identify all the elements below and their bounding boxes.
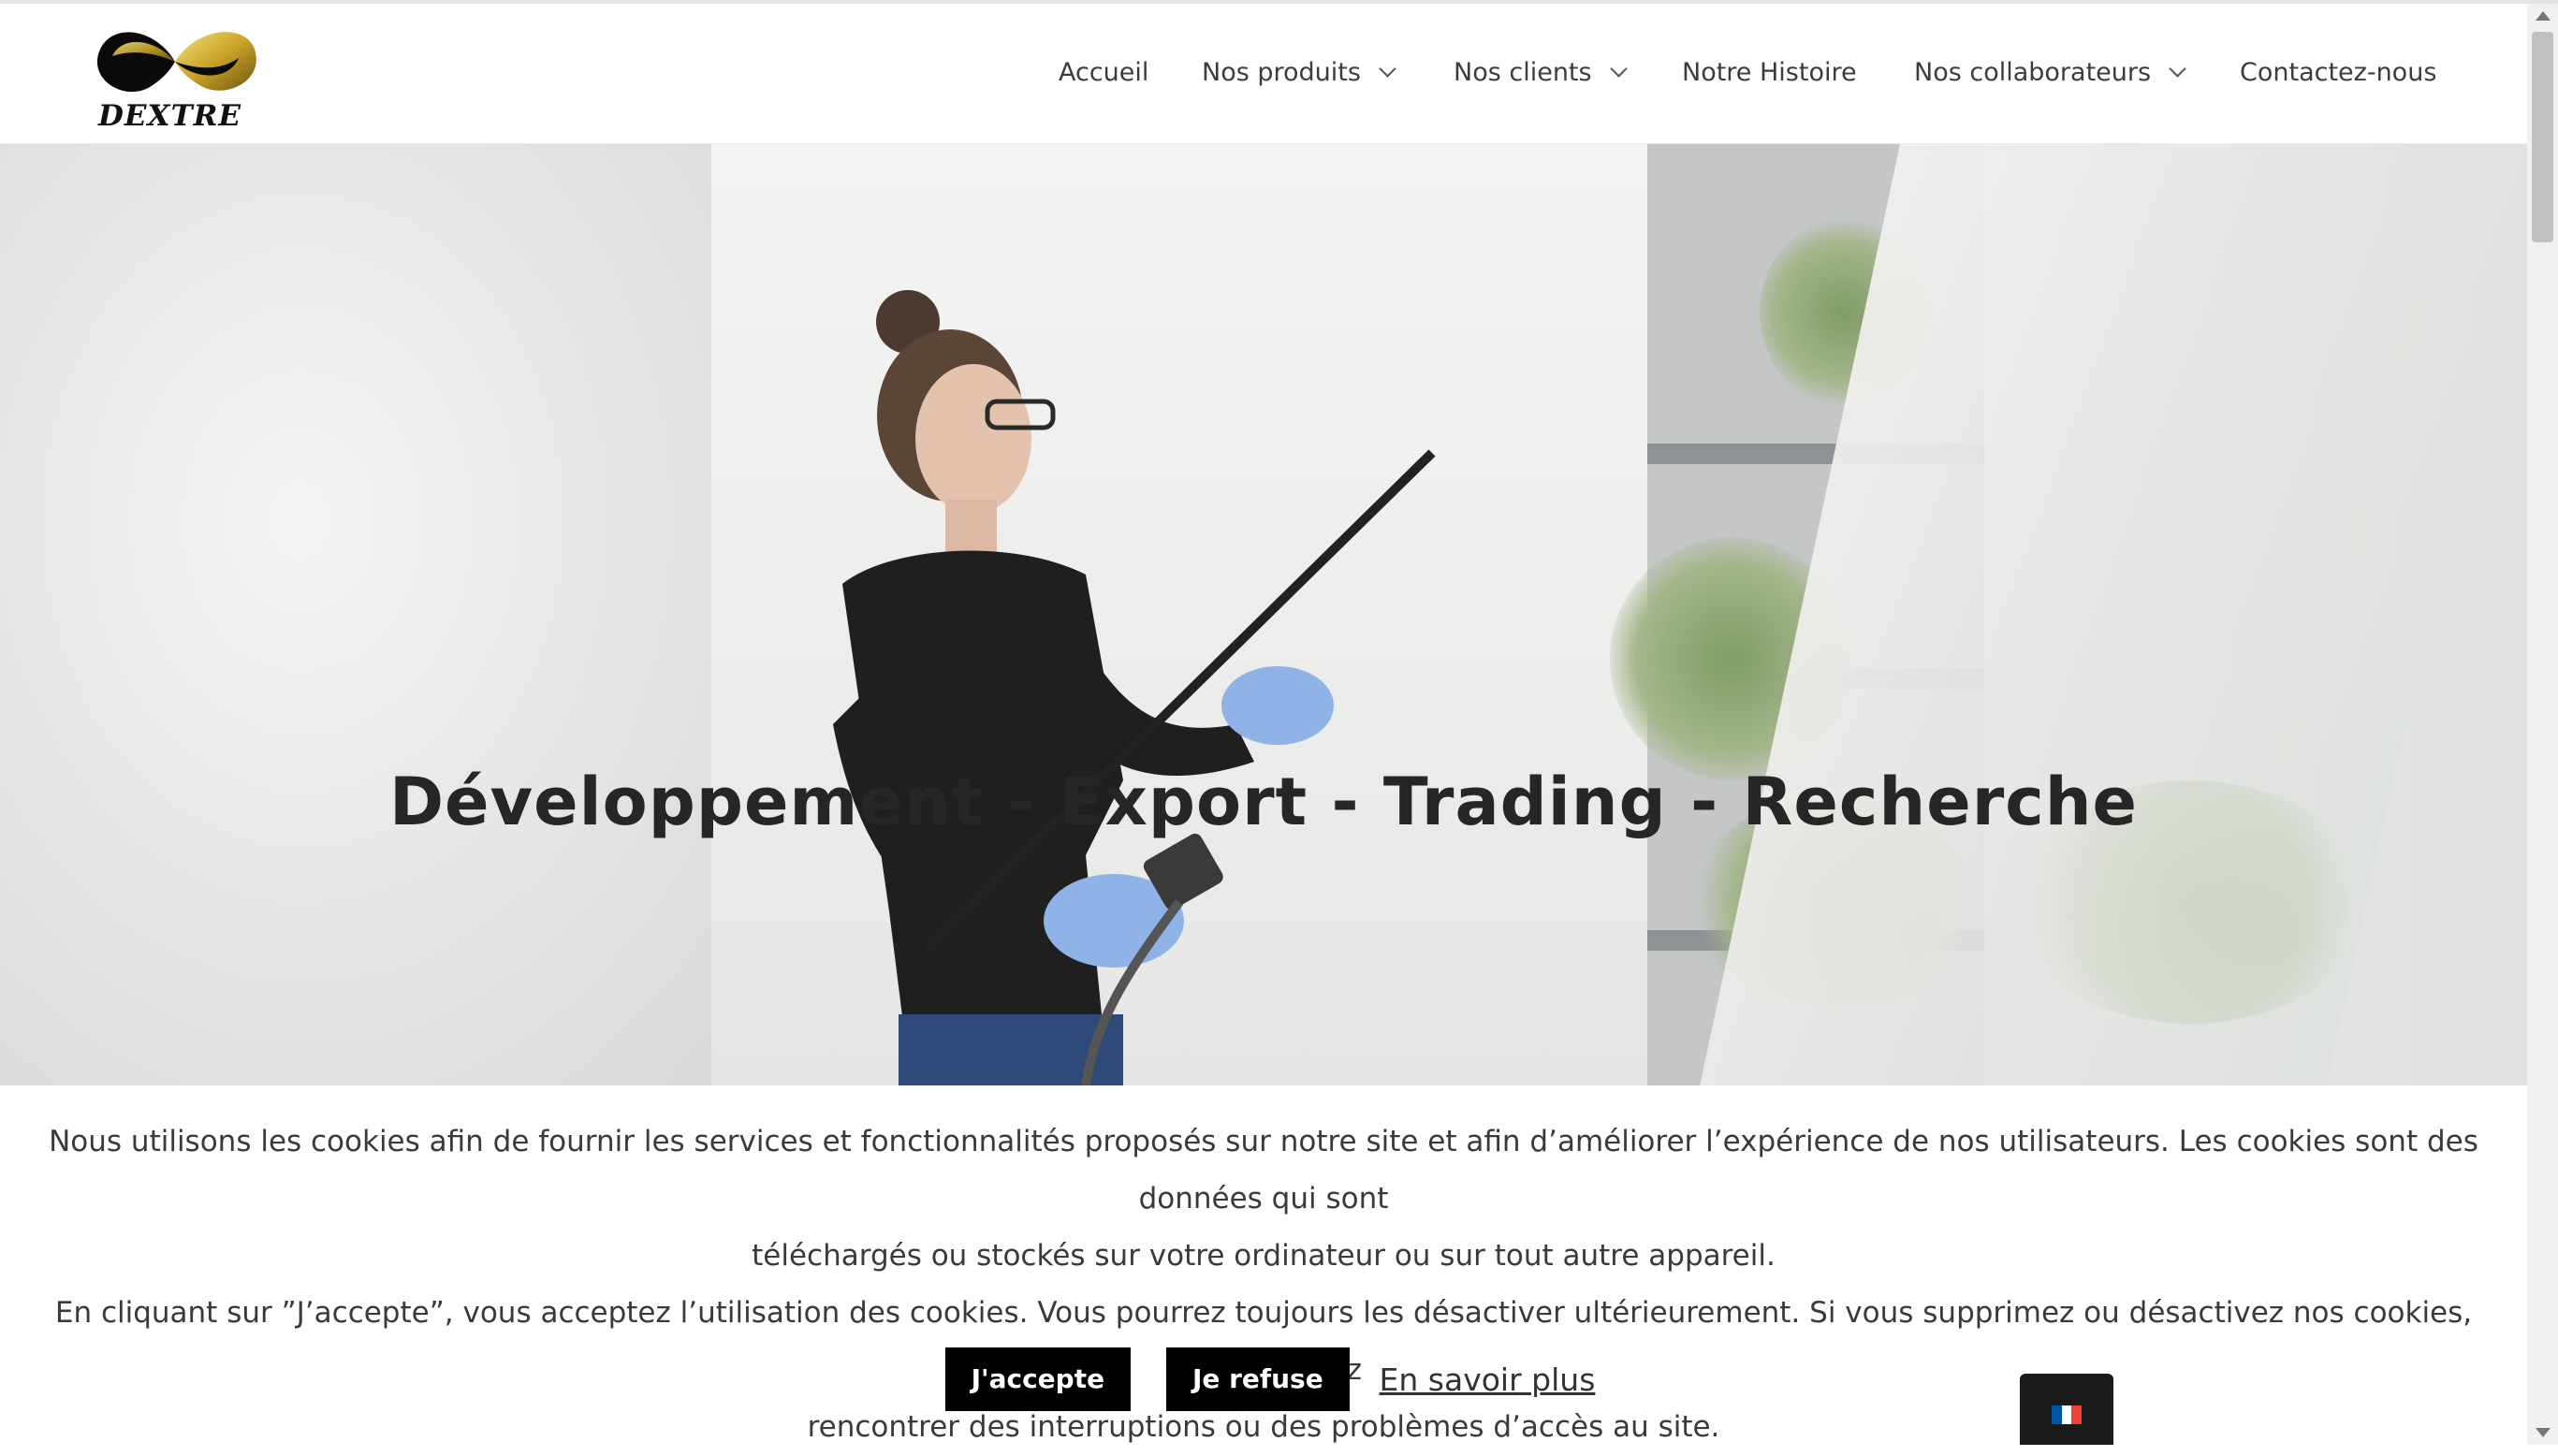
hero-banner: Développement - Export - Trading - Reche… [0, 144, 2527, 1085]
cookie-banner: Nous utilisons les cookies afin de fourn… [0, 1085, 2527, 1445]
language-switcher[interactable] [2020, 1374, 2113, 1445]
nav-item-contactez-nous[interactable]: Contactez-nous [2240, 58, 2436, 87]
cookie-actions: J'accepte Je refuse En savoir plus [0, 1347, 2527, 1411]
nav-label: Nos produits [1202, 58, 1361, 87]
scrollbar-thumb[interactable] [2532, 32, 2553, 242]
nav-item-nos-clients[interactable]: Nos clients [1454, 58, 1628, 87]
cookie-text-line: Nous utilisons les cookies afin de fourn… [49, 1125, 2478, 1216]
site-header: DEXTRE Accueil Nos produits Nos clients … [0, 4, 2527, 144]
scroll-down-arrow-icon[interactable] [2536, 1428, 2551, 1437]
france-flag-icon [2052, 1405, 2083, 1424]
nav-label: Nos clients [1454, 58, 1592, 87]
chevron-down-icon [1379, 60, 1396, 78]
refuse-cookies-button[interactable]: Je refuse [1165, 1347, 1350, 1411]
chevron-down-icon [1609, 60, 1628, 78]
nav-label: Nos collaborateurs [1914, 58, 2152, 87]
hero-title: Développement - Export - Trading - Reche… [388, 763, 2139, 840]
hero-person-image [833, 290, 1436, 1085]
main-nav: Accueil Nos produits Nos clients Notre H… [0, 4, 2527, 143]
nav-label: Contactez-nous [2240, 58, 2437, 87]
learn-more-link[interactable]: En savoir plus [1380, 1351, 1596, 1408]
cookie-text-line: téléchargés ou stockés sur votre ordinat… [752, 1239, 1776, 1273]
nav-item-accueil[interactable]: Accueil [1059, 58, 1148, 87]
nav-item-nos-produits[interactable]: Nos produits [1202, 58, 1396, 87]
scroll-up-arrow-icon[interactable] [2536, 11, 2551, 21]
page-scrollbar[interactable] [2527, 4, 2558, 1445]
nav-label: Accueil [1059, 58, 1149, 87]
chevron-down-icon [2169, 60, 2186, 78]
nav-item-nos-collaborateurs[interactable]: Nos collaborateurs [1914, 58, 2186, 87]
accept-cookies-button[interactable]: J'accepte [944, 1347, 1132, 1411]
nav-item-notre-histoire[interactable]: Notre Histoire [1682, 58, 1857, 87]
nav-label: Notre Histoire [1682, 58, 1857, 87]
hero-background-tent [0, 144, 749, 1085]
